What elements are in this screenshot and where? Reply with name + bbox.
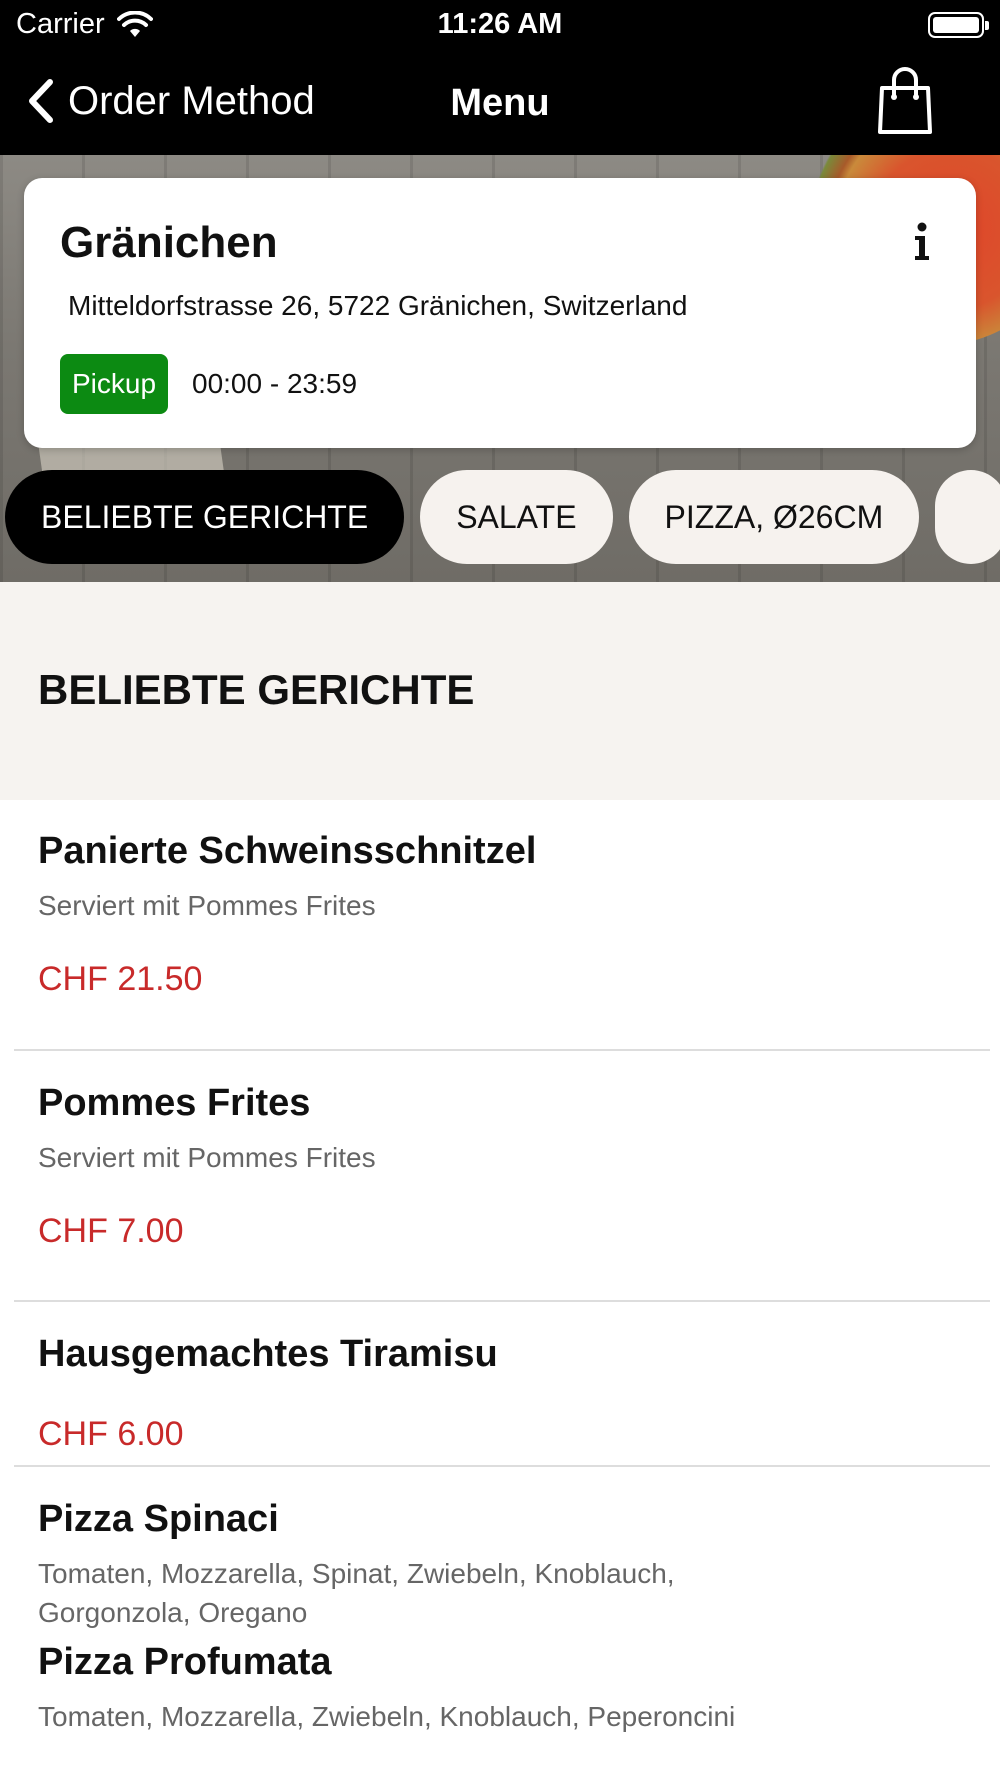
divider bbox=[14, 1049, 990, 1051]
item-price: CHF 21.50 bbox=[38, 960, 203, 998]
divider bbox=[14, 1300, 990, 1302]
store-card: Gränichen Mitteldorfstrasse 26, 5722 Grä… bbox=[24, 178, 976, 448]
top-bar: Carrier 11:26 AM Order Method Menu bbox=[0, 0, 1000, 155]
tab-salate[interactable]: SALATE bbox=[420, 470, 613, 564]
menu-list: Panierte Schweinsschnitzel Serviert mit … bbox=[0, 800, 1000, 1778]
item-name: Pizza Spinaci bbox=[38, 1498, 279, 1540]
divider bbox=[14, 1465, 990, 1467]
store-address: Mitteldorfstrasse 26, 5722 Gränichen, Sw… bbox=[68, 290, 688, 321]
item-description: Tomaten, Mozzarella, Zwiebeln, Knoblauch… bbox=[38, 1701, 736, 1732]
section-header: BELIEBTE GERICHTE bbox=[0, 582, 1000, 800]
menu-item[interactable]: Hausgemachtes Tiramisu CHF 6.00 bbox=[0, 1303, 1000, 1468]
battery-icon bbox=[928, 12, 989, 38]
status-bar: Carrier 11:26 AM bbox=[0, 0, 1000, 50]
navigation-bar: Order Method Menu bbox=[0, 52, 1000, 152]
category-tabs: BELIEBTE GERICHTE SALATE PIZZA, Ø26CM bbox=[5, 470, 1000, 564]
item-name: Pommes Frites bbox=[38, 1082, 311, 1124]
item-name: Hausgemachtes Tiramisu bbox=[38, 1333, 498, 1375]
store-hours: 00:00 - 23:59 bbox=[192, 368, 358, 399]
back-label: Order Method bbox=[68, 78, 315, 123]
status-time: 11:26 AM bbox=[437, 8, 563, 40]
menu-item[interactable]: Pizza Spinaci Tomaten, Mozzarella, Spina… bbox=[0, 1468, 1000, 1633]
battery-tip bbox=[985, 21, 989, 30]
item-price: CHF 6.00 bbox=[38, 1415, 184, 1453]
menu-item[interactable]: Pommes Frites Serviert mit Pommes Frites… bbox=[0, 1052, 1000, 1303]
item-name: Pizza Profumata bbox=[38, 1641, 332, 1683]
back-button[interactable]: Order Method bbox=[24, 76, 315, 126]
menu-item[interactable]: Panierte Schweinsschnitzel Serviert mit … bbox=[0, 800, 1000, 1052]
item-description: Tomaten, Mozzarella, Spinat, Zwiebeln, K… bbox=[38, 1558, 675, 1628]
info-icon[interactable] bbox=[912, 222, 932, 262]
order-method-badge: Pickup bbox=[60, 354, 169, 414]
item-description: Serviert mit Pommes Frites bbox=[38, 890, 376, 921]
section-title: BELIEBTE GERICHTE bbox=[38, 666, 475, 713]
menu-item[interactable]: Pizza Profumata Tomaten, Mozzarella, Zwi… bbox=[0, 1633, 1000, 1778]
item-price: CHF 7.00 bbox=[38, 1212, 184, 1250]
battery-level bbox=[933, 17, 979, 33]
item-description: Serviert mit Pommes Frites bbox=[38, 1142, 376, 1173]
item-name: Panierte Schweinsschnitzel bbox=[38, 830, 537, 872]
store-name: Gränichen bbox=[60, 218, 278, 267]
tab-next-category[interactable] bbox=[935, 470, 1000, 564]
back-chevron-icon bbox=[29, 79, 53, 123]
tab-beliebte-gerichte[interactable]: BELIEBTE GERICHTE bbox=[5, 470, 405, 564]
shopping-bag-icon[interactable] bbox=[876, 66, 934, 136]
tab-pizza[interactable]: PIZZA, Ø26CM bbox=[628, 470, 920, 564]
